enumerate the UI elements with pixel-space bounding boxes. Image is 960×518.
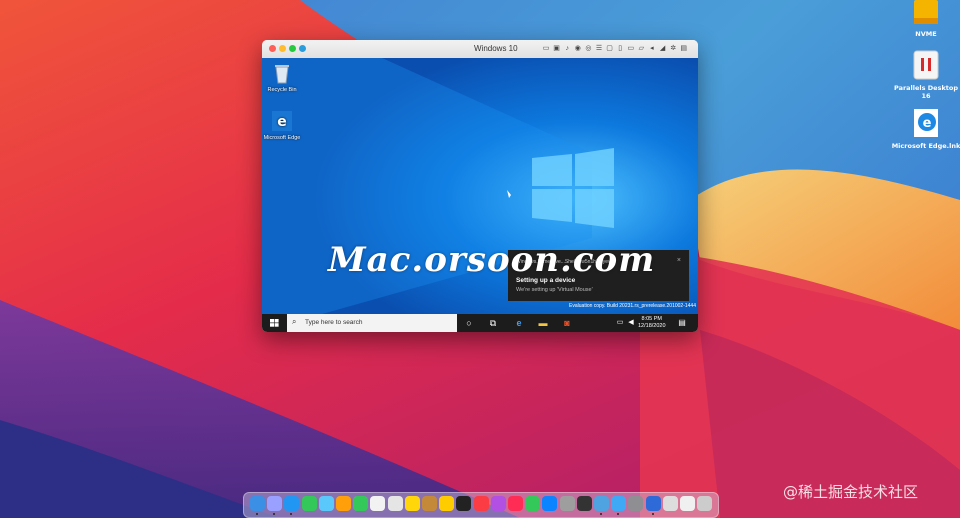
running-indicator	[273, 513, 276, 515]
vm-toolbar: ▭ ▣ ♪ ◉ ◎ ☰ ▢ ▯ ▭ ▱ ◂ ◢ ✲ ▤	[542, 44, 688, 53]
blue-dot-indicator	[299, 45, 306, 52]
close-button[interactable]	[269, 45, 276, 52]
notification-center-icon[interactable]: ▤	[676, 317, 688, 329]
running-indicator	[256, 513, 258, 515]
app-store-icon[interactable]	[542, 496, 558, 511]
downloads-icon[interactable]	[680, 496, 695, 511]
desktop-icon-nvme[interactable]: NVME	[890, 0, 960, 38]
photos-icon[interactable]	[336, 496, 351, 511]
keyboard-icon[interactable]: ▭	[542, 44, 550, 53]
display-icon[interactable]: ▢	[606, 44, 614, 53]
facetime-icon[interactable]	[353, 496, 369, 511]
svg-text:e: e	[923, 116, 932, 131]
search-icon: ⌕	[292, 317, 297, 326]
task-view-icon[interactable]: ⧉	[487, 317, 499, 329]
launchpad-icon[interactable]	[267, 496, 283, 511]
folder-icon[interactable]: ▱	[637, 44, 645, 53]
finder-icon[interactable]	[250, 496, 265, 511]
office-icon[interactable]: ◙	[561, 317, 573, 329]
system-preferences-icon[interactable]	[559, 496, 575, 511]
evaluation-text: Evaluation copy. Build 20231.rs_prerelea…	[569, 303, 696, 309]
running-indicator	[651, 513, 654, 515]
corner-watermark: @稀土掘金技术社区	[783, 483, 919, 501]
sidebar-icon[interactable]: ▤	[680, 44, 688, 53]
numbers-icon[interactable]	[525, 496, 541, 511]
edge-icon: e	[272, 111, 292, 131]
edge-icon: e	[914, 109, 938, 137]
cortana-icon[interactable]: ○	[463, 317, 475, 329]
file-explorer-icon[interactable]: ▬	[537, 317, 549, 329]
volume-icon[interactable]: ◢	[659, 44, 667, 53]
clock-time: 8:05 PM	[641, 316, 662, 322]
win-icon-label: Recycle Bin	[267, 86, 297, 93]
recycle-bin-icon	[275, 65, 289, 84]
tablet-icon[interactable]: ▭	[627, 44, 635, 53]
podcasts-icon[interactable]	[490, 496, 506, 511]
document-icon[interactable]	[662, 496, 678, 511]
desktop-icon-parallels[interactable]: Parallels Desktop 16	[890, 50, 960, 100]
taskbar-search-box[interactable]: ⌕ Type here to search	[287, 314, 457, 332]
toast-body: We're setting up 'Virtual Mouse'	[516, 287, 593, 293]
running-indicator	[617, 513, 620, 515]
maps-icon[interactable]	[318, 496, 334, 511]
notes-icon[interactable]	[404, 496, 420, 511]
win-icon-recycle-bin[interactable]: Recycle Bin	[262, 62, 302, 93]
minimize-button[interactable]	[279, 45, 286, 52]
zoom-button[interactable]	[289, 45, 296, 52]
windows-taskbar: ⌕ Type here to search ○ ⧉ e ▬ ◙ ▭ ◀ 8:05…	[262, 314, 698, 332]
edge-icon[interactable]: e	[513, 317, 525, 329]
win-icon-label: Microsoft Edge	[263, 134, 301, 141]
epic-games-icon[interactable]	[576, 496, 592, 511]
chip-icon[interactable]: ▣	[553, 44, 561, 53]
tv-icon[interactable]	[456, 496, 472, 511]
vm-title: Windows 10	[474, 44, 518, 53]
taskbar-clock[interactable]: 8:05 PM 12/18/2020	[638, 316, 666, 330]
contacts-icon[interactable]	[387, 496, 403, 511]
desktop-icon-label: Parallels Desktop 16	[893, 84, 958, 101]
toast-close-icon[interactable]: ×	[677, 257, 681, 264]
clock-date: 12/18/2020	[638, 323, 666, 330]
vm-window: Windows 10 ▭ ▣ ♪ ◉ ◎ ☰ ▢ ▯ ▭ ▱ ◂ ◢ ✲ ▤ R…	[262, 40, 698, 332]
windows-vm-icon[interactable]	[645, 496, 661, 511]
music-icon[interactable]	[473, 496, 489, 511]
stickies-icon[interactable]	[439, 496, 455, 511]
eye-icon[interactable]: ◎	[584, 44, 592, 53]
start-button[interactable]	[262, 314, 287, 332]
desktop-icon-label: NVME	[915, 30, 937, 39]
safari-icon[interactable]	[284, 496, 300, 511]
running-indicator	[600, 513, 602, 515]
search-placeholder: Type here to search	[305, 319, 363, 326]
camera-icon[interactable]: ◉	[574, 44, 582, 53]
preview-icon[interactable]	[628, 496, 644, 511]
site-watermark: Mac.orsoon.com	[328, 240, 656, 280]
drive-icon	[914, 0, 938, 24]
macos-dock	[243, 492, 719, 518]
messages-icon[interactable]	[301, 496, 317, 511]
running-indicator	[290, 513, 293, 515]
gear-icon[interactable]: ✲	[669, 44, 677, 53]
parallels-app-icon[interactable]	[594, 496, 609, 511]
calendar-icon[interactable]	[370, 496, 386, 511]
desktop-icon-edge[interactable]: e Microsoft Edge.lnk	[890, 108, 960, 150]
share-icon[interactable]: ◂	[648, 44, 656, 53]
edge-app-icon[interactable]	[611, 496, 627, 511]
volume-icon[interactable]: ◀	[625, 317, 637, 329]
wifi-icon[interactable]: ☰	[595, 44, 603, 53]
parallels-icon	[913, 50, 939, 80]
phone-icon[interactable]: ▯	[616, 44, 624, 53]
win-icon-edge[interactable]: e Microsoft Edge	[262, 110, 302, 141]
vm-titlebar[interactable]: Windows 10 ▭ ▣ ♪ ◉ ◎ ☰ ▢ ▯ ▭ ▱ ◂ ◢ ✲ ▤	[262, 40, 698, 59]
desktop-icon-label: Microsoft Edge.lnk	[891, 142, 960, 151]
reminders-icon[interactable]	[422, 496, 437, 511]
trash-icon[interactable]	[697, 496, 713, 511]
news-icon[interactable]	[508, 496, 523, 511]
mic-icon[interactable]: ♪	[563, 44, 571, 53]
svg-text:e: e	[277, 114, 287, 130]
